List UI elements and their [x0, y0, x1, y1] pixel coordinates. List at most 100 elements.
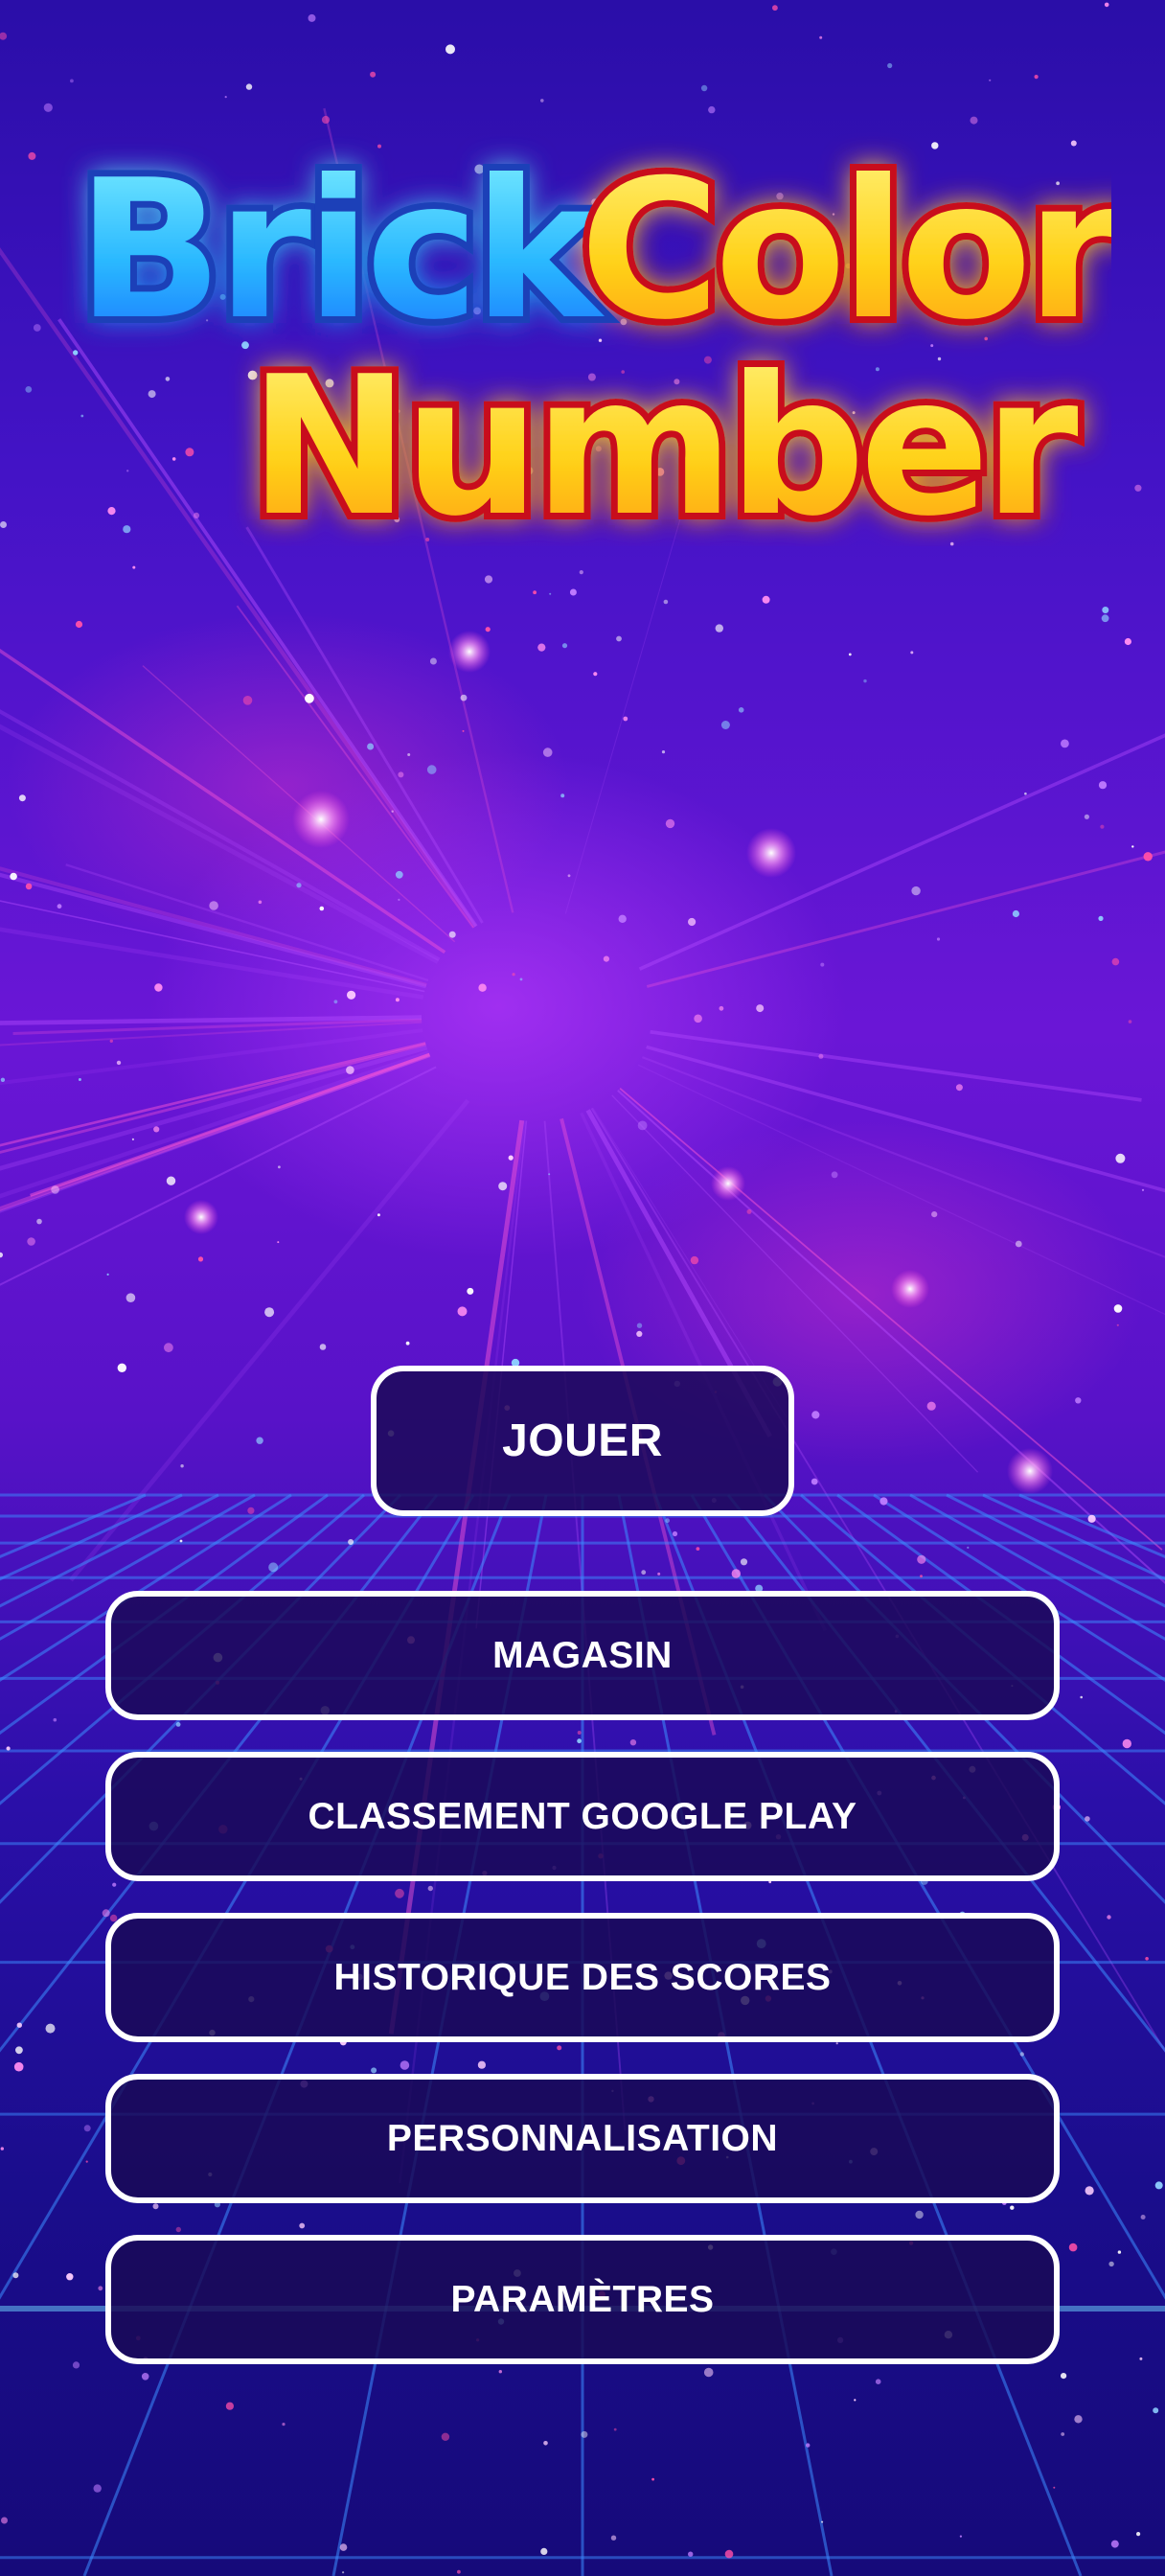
star	[1034, 75, 1039, 80]
star	[616, 635, 622, 642]
score-history-button[interactable]: HISTORIQUE DES SCORES	[105, 1913, 1060, 2042]
star	[445, 44, 455, 55]
star	[910, 651, 914, 655]
google-play-leaderboard-button[interactable]: CLASSEMENT GOOGLE PLAY	[105, 1752, 1060, 1881]
star	[636, 1330, 643, 1337]
star	[1122, 1738, 1132, 1749]
star	[854, 2399, 857, 2402]
star	[247, 1506, 255, 1514]
star	[175, 2226, 181, 2233]
star	[78, 1078, 81, 1081]
star	[36, 1218, 42, 1225]
star	[377, 1213, 380, 1217]
star	[879, 1497, 888, 1506]
star	[427, 1885, 433, 1892]
star	[70, 79, 74, 83]
star	[911, 886, 921, 896]
customization-button[interactable]: PERSONNALISATION	[105, 2074, 1060, 2203]
star	[0, 1252, 3, 1258]
star	[1116, 1323, 1119, 1326]
light-streak	[0, 1015, 423, 1025]
star	[282, 2423, 286, 2426]
star	[498, 1182, 508, 1191]
star	[398, 771, 404, 778]
star	[636, 1322, 643, 1328]
star	[537, 643, 546, 652]
star	[152, 2203, 159, 2210]
star	[1101, 614, 1109, 623]
bright-star	[184, 1200, 218, 1234]
star	[887, 62, 893, 69]
star	[875, 2379, 881, 2384]
star	[0, 32, 8, 40]
play-button[interactable]: JOUER	[371, 1366, 794, 1516]
star	[561, 643, 568, 649]
star	[347, 990, 356, 1000]
star	[548, 1173, 551, 1176]
star	[299, 2222, 306, 2229]
star	[819, 35, 823, 39]
star	[12, 2272, 19, 2279]
logo-word-color: Color	[580, 139, 1111, 362]
star	[15, 2046, 23, 2055]
bright-star	[746, 828, 796, 878]
star	[225, 2402, 234, 2410]
bright-star	[711, 1166, 745, 1201]
star	[1061, 2373, 1067, 2380]
star	[661, 750, 666, 754]
star	[663, 599, 669, 605]
star	[109, 1039, 114, 1044]
star	[1143, 852, 1153, 862]
star	[224, 96, 227, 99]
shop-button[interactable]: MAGASIN	[105, 1591, 1060, 1720]
star	[132, 565, 136, 569]
star	[277, 1241, 280, 1244]
star	[512, 973, 515, 977]
star	[441, 2432, 450, 2441]
star	[738, 707, 744, 713]
star	[467, 1287, 474, 1295]
star	[931, 1211, 938, 1218]
star	[405, 1341, 410, 1346]
star	[610, 2535, 617, 2541]
star	[665, 1518, 670, 1524]
star	[1102, 607, 1109, 613]
star	[457, 2569, 461, 2574]
star	[1124, 637, 1131, 646]
star	[603, 955, 610, 962]
star	[577, 1738, 582, 1744]
star	[577, 1731, 582, 1735]
star	[1075, 1397, 1082, 1404]
star	[1084, 814, 1089, 819]
star	[395, 998, 400, 1002]
star	[72, 2361, 80, 2369]
star	[429, 657, 437, 665]
star	[321, 115, 331, 125]
star	[27, 1237, 35, 1246]
star	[1134, 484, 1142, 492]
star	[0, 521, 7, 528]
star	[45, 2023, 56, 2034]
light-streak	[0, 927, 424, 1000]
star	[700, 84, 708, 92]
star	[339, 2543, 348, 2551]
bright-star	[448, 631, 491, 673]
star	[1115, 1153, 1126, 1163]
star	[1108, 2261, 1114, 2267]
star	[549, 592, 552, 595]
light-streak	[638, 733, 1165, 971]
star	[25, 386, 33, 393]
star	[1107, 1915, 1111, 1920]
star	[478, 983, 487, 992]
star	[305, 693, 314, 703]
star	[53, 1717, 57, 1722]
star	[258, 900, 263, 905]
star	[623, 716, 628, 722]
star	[806, 2443, 811, 2448]
star	[955, 1084, 963, 1092]
settings-button[interactable]: PARAMÈTRES	[105, 2235, 1060, 2364]
star	[959, 2535, 963, 2538]
star	[915, 2210, 924, 2220]
star	[762, 595, 770, 604]
star	[593, 672, 598, 677]
